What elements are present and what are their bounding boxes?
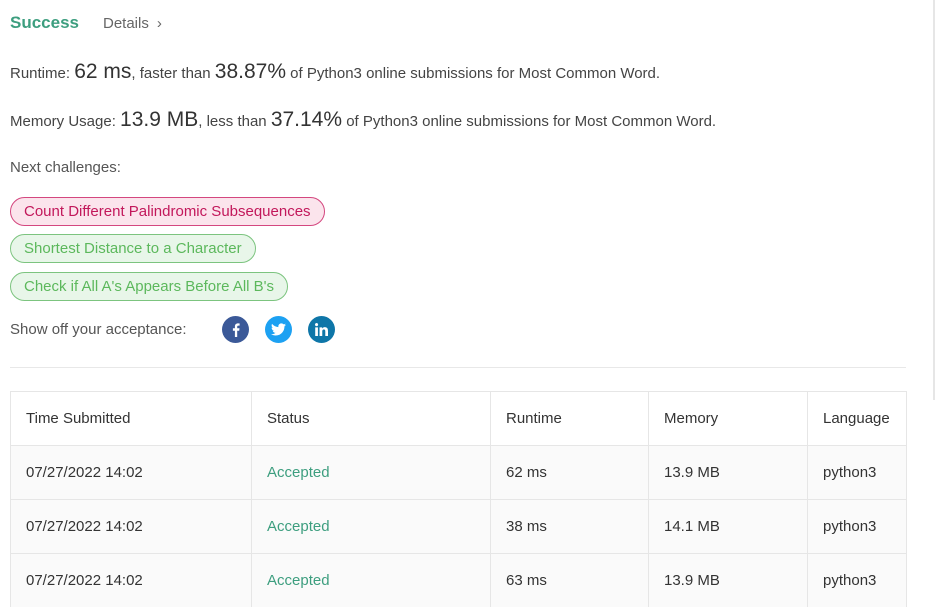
table-header-row: Time Submitted Status Runtime Memory Lan… <box>11 392 906 446</box>
column-header-time: Time Submitted <box>11 392 252 445</box>
cell-runtime: 63 ms <box>491 554 649 607</box>
memory-percent: 37.14% <box>270 108 343 131</box>
share-row: Show off your acceptance: <box>10 316 351 343</box>
memory-stat: Memory Usage: 13.9 MB, less than 37.14% … <box>10 108 716 132</box>
memory-comparison: , less than <box>198 113 271 130</box>
runtime-percent: 38.87% <box>214 60 287 83</box>
cell-memory: 14.1 MB <box>649 500 808 553</box>
cell-time: 07/27/2022 14:02 <box>11 554 252 607</box>
column-header-status: Status <box>252 392 491 445</box>
cell-runtime: 62 ms <box>491 446 649 499</box>
runtime-suffix: of Python3 online submissions for Most C… <box>286 65 661 82</box>
details-label: Details <box>103 14 149 32</box>
cell-language: python3 <box>823 464 877 481</box>
runtime-value: 62 ms <box>74 60 132 83</box>
cell-time: 07/27/2022 14:02 <box>11 500 252 553</box>
submissions-table: Time Submitted Status Runtime Memory Lan… <box>10 391 907 607</box>
memory-suffix: of Python3 online submissions for Most C… <box>342 113 717 130</box>
column-header-language: Language <box>823 410 890 427</box>
challenge-pill-easy[interactable]: Check if All A's Appears Before All B's <box>10 272 289 301</box>
submission-result-page: Success Details › Runtime: 62 ms, faster… <box>0 0 935 607</box>
table-row: 07/27/2022 14:02 Accepted 63 ms 13.9 MB … <box>11 554 906 607</box>
status-success-label: Success <box>10 13 79 32</box>
cell-language: python3 <box>823 518 877 535</box>
cell-status-link[interactable]: Accepted <box>252 554 491 607</box>
cell-memory: 13.9 MB <box>649 446 808 499</box>
challenge-pill-easy[interactable]: Shortest Distance to a Character <box>10 234 256 263</box>
chevron-right-icon: › <box>156 14 162 32</box>
twitter-icon[interactable] <box>265 316 292 343</box>
next-challenges-label: Next challenges: <box>10 159 121 176</box>
table-row: 07/27/2022 14:02 Accepted 38 ms 14.1 MB … <box>11 500 906 554</box>
cell-runtime: 38 ms <box>491 500 649 553</box>
section-divider <box>10 367 906 368</box>
memory-label: Memory Usage: <box>10 113 121 130</box>
linkedin-icon[interactable] <box>308 316 335 343</box>
cell-language: python3 <box>823 572 877 589</box>
cell-status-link[interactable]: Accepted <box>252 446 491 499</box>
cell-status-link[interactable]: Accepted <box>252 500 491 553</box>
share-label: Show off your acceptance: <box>10 321 187 338</box>
result-header: Success Details › <box>10 13 162 33</box>
column-header-memory: Memory <box>649 392 808 445</box>
scrollbar[interactable] <box>925 0 935 607</box>
memory-value: 13.9 MB <box>120 108 199 131</box>
column-header-runtime: Runtime <box>491 392 649 445</box>
runtime-comparison: , faster than <box>131 65 215 82</box>
challenge-pill-hard[interactable]: Count Different Palindromic Subsequences <box>10 197 325 226</box>
details-link[interactable]: Details › <box>103 15 162 32</box>
cell-time: 07/27/2022 14:02 <box>11 446 252 499</box>
cell-memory: 13.9 MB <box>649 554 808 607</box>
runtime-label: Runtime: <box>10 65 75 82</box>
table-row: 07/27/2022 14:02 Accepted 62 ms 13.9 MB … <box>11 446 906 500</box>
runtime-stat: Runtime: 62 ms, faster than 38.87% of Py… <box>10 60 660 84</box>
facebook-icon[interactable] <box>222 316 249 343</box>
